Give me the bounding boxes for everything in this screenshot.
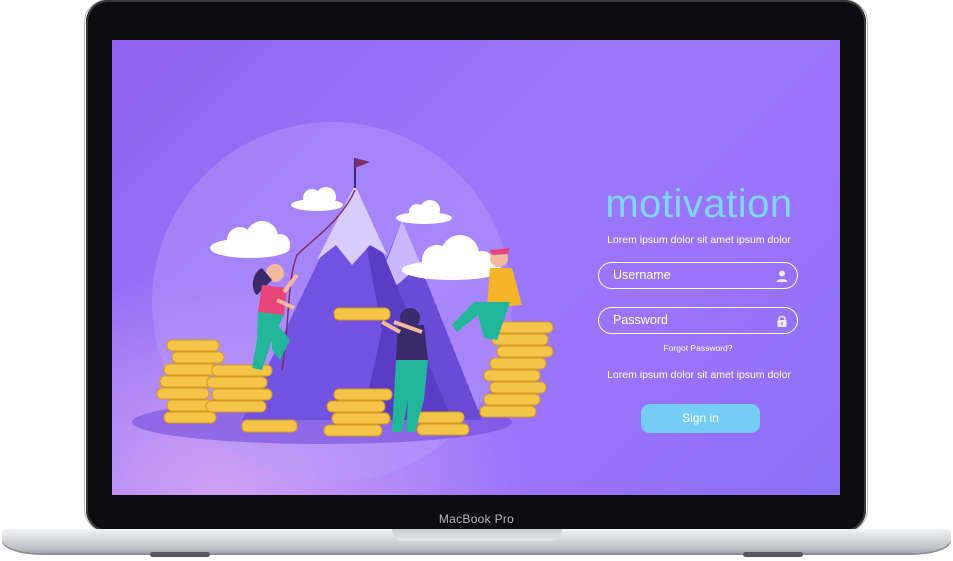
username-placeholder: Username [613,268,671,282]
password-placeholder: Password [613,313,668,327]
username-input[interactable]: Username [598,262,798,289]
laptop-base-notch [392,529,562,541]
device-brand-label: MacBook Pro [438,512,515,526]
lock-icon [777,315,787,327]
login-form: motivation Lorem ipsum dolor sit amet ip… [112,40,840,495]
tagline-bottom: Lorem ipsum dolor sit amet ipsum dolor [607,369,791,381]
password-input[interactable]: Password [598,307,798,334]
tagline-top: Lorem ipsum dolor sit amet ipsum dolor [607,234,791,246]
laptop-foot-right [743,552,803,557]
user-icon [776,270,788,282]
signin-button[interactable]: Sign in [641,404,760,433]
forgot-password-link[interactable]: Forgot Password? [598,343,798,353]
laptop-foot-left [150,552,210,557]
login-title: motivation [605,182,793,226]
laptop-screen: motivation Lorem ipsum dolor sit amet ip… [112,40,840,495]
